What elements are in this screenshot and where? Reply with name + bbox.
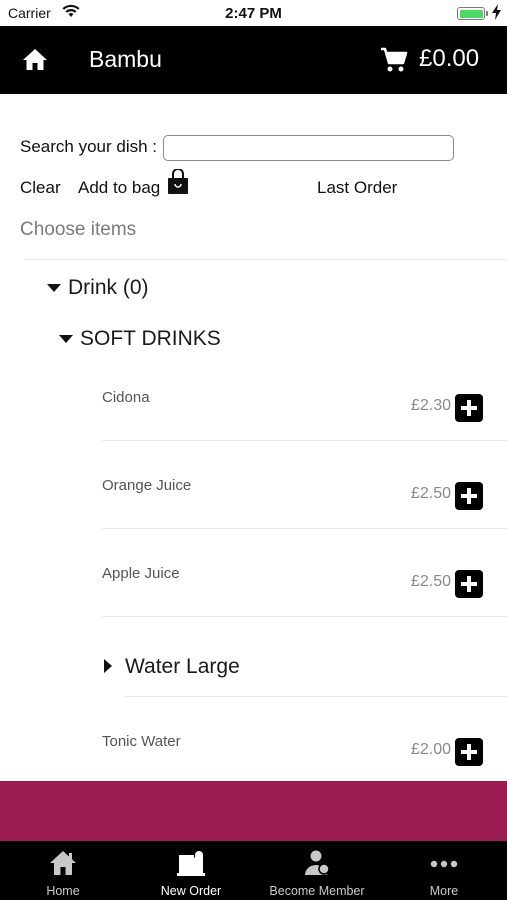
battery-tip [486, 11, 488, 16]
category-label: Drink (0) [68, 276, 149, 299]
tab-label: Become Member [269, 884, 365, 898]
new-order-icon [128, 849, 254, 877]
restaurant-title: Bambu [89, 46, 162, 72]
add-item-button[interactable] [455, 570, 483, 598]
add-item-button[interactable] [455, 738, 483, 766]
item-price: £2.00 [410, 741, 451, 758]
brand-banner [0, 781, 507, 841]
divider [102, 440, 507, 441]
cart-total[interactable]: £0.00 [419, 45, 479, 73]
member-icon [254, 849, 380, 877]
search-label: Search your dish : [20, 137, 158, 156]
item-name: Apple Juice [102, 565, 180, 582]
divider [102, 528, 507, 529]
clear-button[interactable]: Clear [20, 178, 61, 198]
item-price: £2.50 [410, 573, 451, 590]
choose-items-label: Choose items [20, 219, 137, 240]
divider [102, 616, 507, 617]
tab-label: More [429, 884, 459, 898]
item-name: Cidona [102, 389, 150, 406]
tab-home[interactable]: Home [0, 841, 126, 900]
home-icon[interactable] [22, 48, 48, 77]
add-item-button[interactable] [455, 482, 483, 510]
item-price: £2.50 [410, 485, 451, 502]
tab-more[interactable]: More [381, 841, 507, 900]
status-bar: Carrier 2:47 PM [0, 0, 507, 26]
subcategory-label: SOFT DRINKS [80, 327, 221, 350]
last-order-button[interactable]: Last Order [317, 178, 397, 198]
add-to-bag-button[interactable]: Add to bag [78, 178, 160, 198]
group-label: Water Large [125, 655, 240, 678]
app-header: Bambu £0.00 [0, 26, 507, 94]
tab-new-order[interactable]: New Order [128, 841, 254, 900]
shopping-bag-icon[interactable] [167, 168, 189, 200]
divider [125, 696, 507, 697]
clock: 2:47 PM [225, 5, 282, 22]
tab-become-member[interactable]: Become Member [254, 841, 380, 900]
more-icon [381, 849, 507, 877]
tab-label: Home [46, 884, 80, 898]
battery-icon [457, 7, 485, 20]
caret-right-icon [104, 659, 112, 673]
item-price: £2.30 [410, 397, 451, 414]
item-name: Tonic Water [102, 733, 181, 750]
caret-down-icon [47, 284, 61, 292]
divider [24, 259, 507, 260]
item-name: Orange Juice [102, 477, 192, 494]
search-input[interactable] [163, 135, 454, 161]
add-item-button[interactable] [455, 394, 483, 422]
tab-label: New Order [160, 884, 222, 898]
caret-down-icon [59, 335, 73, 343]
cart-icon[interactable] [380, 46, 408, 79]
tab-bar: Home New Order Become Member More [0, 841, 507, 900]
charging-bolt-icon [492, 4, 501, 23]
home-icon [0, 849, 126, 877]
